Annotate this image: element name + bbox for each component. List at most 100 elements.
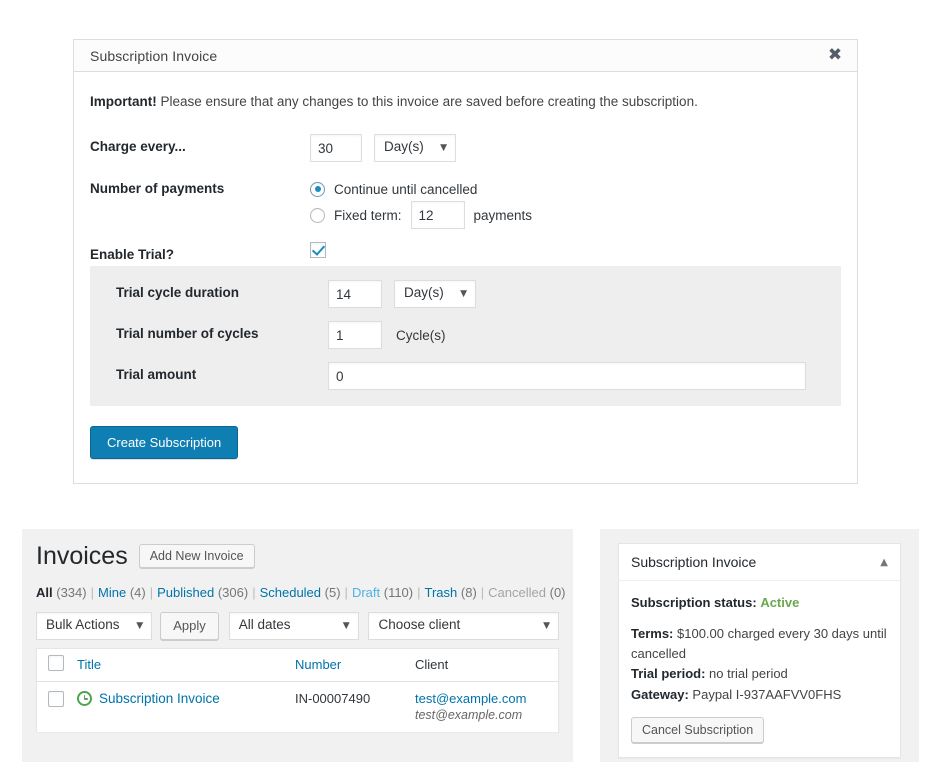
chevron-down-icon: ▼ xyxy=(342,620,350,631)
client-filter-value: Choose client xyxy=(378,616,461,632)
filter-trash-count: (8) xyxy=(460,585,477,600)
table-navigation: Bulk Actions ▼ Apply All dates ▼ Choose cl… xyxy=(36,611,559,640)
modal-title: Subscription Invoice xyxy=(90,47,218,64)
trial-settings-panel: Trial cycle duration Day(s) ▼ Trial numbe… xyxy=(90,266,841,407)
gateway-value: Paypal I-937AAFVV0FHS xyxy=(688,686,842,702)
trial-cycle-duration-unit-value: Day(s) xyxy=(404,285,444,301)
filter-draft-count: (110) xyxy=(383,585,414,600)
apply-button[interactable]: Apply xyxy=(160,611,219,640)
radio-fixed-term[interactable] xyxy=(310,207,325,223)
column-header-number[interactable]: Number xyxy=(295,657,415,672)
subscription-metabox: Subscription Invoice ▲ Subscription stat… xyxy=(618,543,901,758)
separator: | xyxy=(480,585,485,600)
continue-until-cancelled-option[interactable]: Continue until cancelled xyxy=(310,176,532,202)
row-number-cell: IN-00007490 xyxy=(295,690,371,706)
fixed-term-input[interactable] xyxy=(410,201,465,230)
filter-mine-label: Mine xyxy=(98,585,127,600)
add-new-invoice-button[interactable]: Add New Invoice xyxy=(138,544,255,568)
trial-number-of-cycles-label: Trial number of cycles xyxy=(116,326,259,342)
invoices-header: Invoices Add New Invoice xyxy=(36,541,559,571)
terms-line: Terms: $100.00 charged every 30 days unt… xyxy=(631,624,888,664)
invoice-title-link[interactable]: Subscription Invoice xyxy=(99,691,220,706)
trial-number-of-cycles-controls: Cycle(s) xyxy=(328,321,446,350)
separator: | xyxy=(90,585,94,600)
fixed-term-label: Fixed term: xyxy=(334,207,402,223)
trial-cycle-duration-unit-select[interactable]: Day(s) ▼ xyxy=(394,280,476,309)
metabox-body: Subscription status: Active Terms: $100.… xyxy=(619,581,900,757)
status-filter-links: All (334) | Mine (4) | Published (306) | Sched… xyxy=(36,583,566,604)
invoices-table: Title Number Client Subscription Invoice… xyxy=(36,647,559,732)
bulk-actions-select[interactable]: Bulk Actions ▼ xyxy=(36,611,153,640)
important-notice-text: Please ensure that any changes to this i… xyxy=(156,94,698,109)
subscription-status-line: Subscription status: Active xyxy=(631,593,888,613)
page-root: Subscription Invoice ✖ Important! Please… xyxy=(0,0,937,781)
filter-published-label: Published xyxy=(157,585,215,600)
charge-every-controls: Day(s) ▼ xyxy=(310,134,456,163)
number-of-payments-row: Number of payments Continue until cancel… xyxy=(90,176,841,230)
row-checkbox[interactable] xyxy=(48,690,64,707)
trial-period-line: Trial period: no trial period xyxy=(631,664,888,684)
row-title-wrap: Subscription Invoice xyxy=(77,690,295,706)
trial-cycle-duration-input[interactable] xyxy=(328,280,382,309)
trial-period-label: Trial period: xyxy=(631,666,706,682)
radio-continue-until-cancelled[interactable] xyxy=(310,181,325,197)
charge-every-input[interactable] xyxy=(310,134,362,163)
sidebar-panel: Subscription Invoice ▲ Subscription stat… xyxy=(600,529,919,762)
client-email-link[interactable]: test@example.com xyxy=(415,691,558,706)
trial-amount-controls xyxy=(328,362,806,391)
trial-cycle-duration-row: Trial cycle duration Day(s) ▼ xyxy=(106,280,825,309)
trial-cycle-duration-label: Trial cycle duration xyxy=(116,285,240,301)
trial-amount-input[interactable] xyxy=(328,362,806,391)
filter-mine-count: (4) xyxy=(129,585,146,600)
filter-scheduled-label: Scheduled xyxy=(259,585,322,600)
charge-every-unit-select[interactable]: Day(s) ▼ xyxy=(374,134,456,163)
chevron-down-icon: ▼ xyxy=(136,620,144,631)
trial-number-of-cycles-unit: Cycle(s) xyxy=(396,327,446,343)
fixed-term-option[interactable]: Fixed term: payments xyxy=(310,201,533,230)
filter-all[interactable]: All (334) xyxy=(36,585,87,600)
cancel-subscription-button[interactable]: Cancel Subscription xyxy=(631,716,765,743)
chevron-down-icon: ▼ xyxy=(440,143,447,154)
metabox-header[interactable]: Subscription Invoice ▲ xyxy=(619,544,900,581)
table-header-row: Title Number Client xyxy=(37,649,558,682)
metabox-title: Subscription Invoice xyxy=(631,554,757,570)
filter-cancelled-count: (0) xyxy=(549,585,566,600)
column-header-title[interactable]: Title xyxy=(77,657,295,672)
filter-all-count: (334) xyxy=(56,585,87,600)
terms-label: Terms: xyxy=(631,626,674,642)
client-email-secondary: test@example.com xyxy=(415,707,523,722)
filter-mine[interactable]: Mine (4) xyxy=(98,585,146,600)
row-client-cell: test@example.com test@example.com xyxy=(415,691,558,722)
trial-amount-label: Trial amount xyxy=(116,367,197,383)
date-filter-select[interactable]: All dates ▼ xyxy=(228,611,359,640)
charge-every-label: Charge every... xyxy=(90,139,186,155)
filter-scheduled[interactable]: Scheduled (5) xyxy=(260,585,341,600)
separator: | xyxy=(252,585,256,600)
payments-label: payments xyxy=(473,207,533,223)
trial-number-of-cycles-row: Trial number of cycles Cycle(s) xyxy=(106,321,825,350)
enable-trial-label: Enable Trial? xyxy=(90,247,175,263)
column-header-client[interactable]: Client xyxy=(415,657,558,672)
continue-until-cancelled-label: Continue until cancelled xyxy=(334,181,478,197)
row-select-cell xyxy=(37,690,77,710)
enable-trial-checkbox[interactable] xyxy=(310,242,326,259)
select-all-checkbox[interactable] xyxy=(48,655,64,672)
filter-published[interactable]: Published (306) xyxy=(157,585,248,600)
filter-draft-label: Draft xyxy=(351,585,381,600)
modal-header: Subscription Invoice ✖ xyxy=(74,40,857,72)
filter-draft[interactable]: Draft (110) xyxy=(352,585,413,600)
chevron-up-icon[interactable]: ▲ xyxy=(880,557,888,568)
create-subscription-button[interactable]: Create Subscription xyxy=(90,426,239,460)
close-icon[interactable]: ✖ xyxy=(825,46,845,66)
filter-trash[interactable]: Trash (8) xyxy=(425,585,477,600)
modal-body: Important! Please ensure that any change… xyxy=(74,72,857,483)
separator: | xyxy=(149,585,154,600)
clock-icon xyxy=(77,690,92,706)
trial-number-of-cycles-input[interactable] xyxy=(328,321,382,350)
filter-cancelled[interactable]: Cancelled (0) xyxy=(488,585,565,600)
important-notice-strong: Important! xyxy=(90,94,157,109)
status-badge: Active xyxy=(760,595,800,610)
client-filter-select[interactable]: Choose client ▼ xyxy=(368,611,559,640)
trial-amount-row: Trial amount xyxy=(106,362,825,391)
filter-published-count: (306) xyxy=(217,585,249,600)
